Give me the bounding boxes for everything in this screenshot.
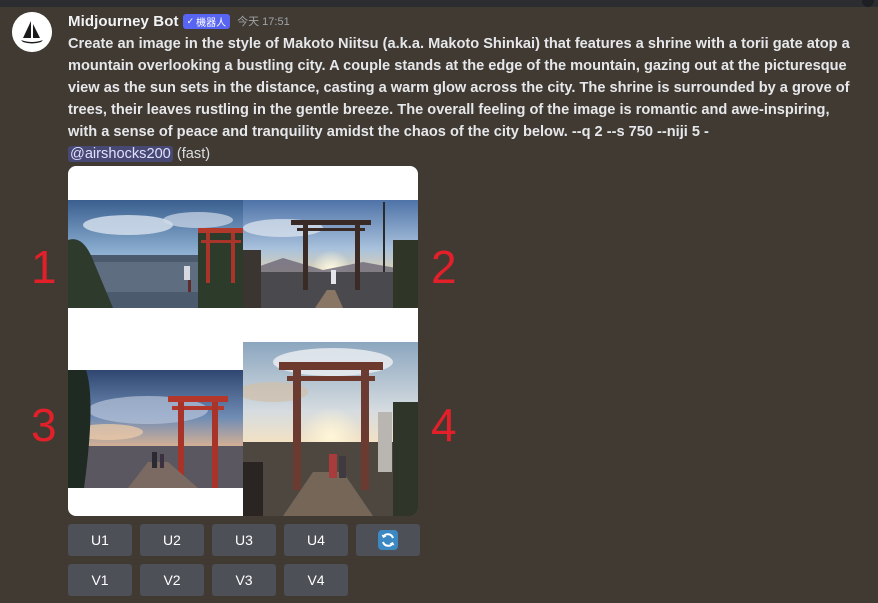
speed-label: (fast)	[176, 146, 211, 162]
annotation-number-1: 1	[31, 241, 57, 293]
timestamp: 今天 17:51	[237, 16, 290, 28]
variation-button-4[interactable]: V4	[284, 564, 348, 596]
generated-image-1[interactable]	[68, 200, 243, 308]
upscale-button-4[interactable]: U4	[284, 524, 348, 556]
bot-badge: ✓ 機器人	[182, 13, 231, 29]
variation-button-3[interactable]: V3	[212, 564, 276, 596]
reroll-button[interactable]	[356, 524, 420, 556]
sailboat-icon	[12, 12, 52, 52]
upscale-button-2[interactable]: U2	[140, 524, 204, 556]
generated-image-2[interactable]	[243, 200, 418, 308]
user-mention[interactable]: @airshocks200	[68, 146, 173, 162]
top-bar-indicator	[862, 0, 874, 7]
generated-image-3[interactable]	[68, 370, 243, 488]
annotation-number-2: 2	[431, 241, 457, 293]
verified-check-icon: ✓	[186, 15, 195, 26]
variation-button-2[interactable]: V2	[140, 564, 204, 596]
message-content: Create an image in the style of Makoto N…	[68, 33, 858, 165]
upscale-button-1[interactable]: U1	[68, 524, 132, 556]
window-top-bar	[0, 0, 878, 7]
generated-image-4[interactable]	[243, 342, 418, 516]
annotation-number-4: 4	[431, 399, 457, 451]
variation-button-1[interactable]: V1	[68, 564, 132, 596]
image-attachment[interactable]	[68, 166, 418, 516]
annotation-number-3: 3	[31, 399, 57, 451]
refresh-icon	[378, 530, 398, 550]
avatar[interactable]	[12, 12, 52, 52]
bot-badge-label: 機器人	[196, 17, 227, 29]
prompt-text: Create an image in the style of Makoto N…	[68, 36, 850, 140]
username[interactable]: Midjourney Bot	[68, 13, 179, 30]
message-header: Midjourney Bot ✓ 機器人 今天 17:51	[68, 11, 290, 31]
upscale-button-3[interactable]: U3	[212, 524, 276, 556]
